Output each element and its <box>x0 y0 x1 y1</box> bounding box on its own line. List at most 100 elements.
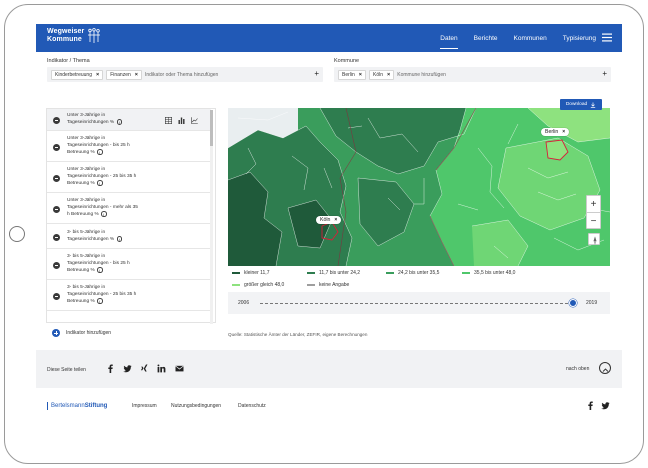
bertelsmann-stiftung-logo[interactable]: BertelsmannStiftung <box>47 402 107 410</box>
legend-swatch <box>386 272 394 274</box>
info-icon[interactable]: i <box>116 119 123 125</box>
info-icon[interactable]: i <box>101 211 107 217</box>
legend-item: 35,5 bis unter 48,0 <box>462 270 515 276</box>
info-icon[interactable]: i <box>97 298 103 304</box>
main-nav: Daten Berichte Kommunen Typisierung <box>440 24 596 52</box>
source-note: Quelle: Statistische Ämter der Länder, Z… <box>228 332 368 337</box>
year-timeline: 2006 2019 <box>228 292 610 314</box>
indicator-list: Unter 3-Jährige in Tageseinrichtungen % … <box>46 108 216 323</box>
share-label: Diese Seite teilen <box>47 367 86 373</box>
remove-indicator-icon[interactable] <box>53 206 60 213</box>
back-to-top-link[interactable]: nach oben <box>566 366 589 372</box>
people-icon <box>88 28 101 43</box>
timeline-end-year: 2019 <box>586 300 598 306</box>
municipality-chip[interactable]: Berlin × <box>338 69 367 80</box>
nav-kommunen[interactable]: Kommunen <box>514 24 547 52</box>
legend-swatch <box>232 272 240 274</box>
indicator-chip[interactable]: Finanzen × <box>106 69 142 80</box>
legend-item: kleiner 11,7 <box>232 270 269 276</box>
city-label-berlin[interactable]: Berlin × <box>541 128 570 136</box>
info-icon[interactable]: i <box>116 236 123 242</box>
facebook-icon[interactable] <box>106 364 115 373</box>
footer-link-impressum[interactable]: Impressum <box>132 403 157 409</box>
bar-chart-icon[interactable] <box>178 117 185 124</box>
remove-chip-icon[interactable]: × <box>387 72 390 78</box>
remove-indicator-icon[interactable] <box>53 234 60 241</box>
city-label-koeln[interactable]: Köln × <box>316 216 342 224</box>
xing-icon[interactable] <box>140 364 149 373</box>
list-item[interactable]: Unter 3-Jährige in Tageseinrichtungen - … <box>47 163 211 193</box>
zoom-in-button[interactable]: + <box>587 196 600 213</box>
hamburger-menu-icon[interactable] <box>602 33 612 42</box>
remove-indicator-icon[interactable] <box>53 117 60 124</box>
municipality-filter[interactable]: Berlin × Köln × Kommune hinzufügen + <box>334 67 611 82</box>
nav-daten[interactable]: Daten <box>440 24 459 52</box>
list-item[interactable]: Unter 3-Jährige in Tageseinrichtungen % … <box>47 109 211 131</box>
add-indicator-plus-icon[interactable]: + <box>314 69 319 78</box>
line-chart-icon[interactable] <box>191 117 198 124</box>
nav-berichte[interactable]: Berichte <box>474 24 498 52</box>
close-icon[interactable]: × <box>562 129 565 135</box>
twitter-icon[interactable] <box>123 364 132 373</box>
legend-item: 11,7 bis unter 24,2 <box>307 270 360 276</box>
download-icon <box>590 102 596 108</box>
download-button[interactable]: Download <box>560 99 602 110</box>
remove-indicator-icon[interactable] <box>53 144 60 151</box>
legend-swatch <box>462 272 470 274</box>
remove-indicator-icon[interactable] <box>53 175 60 182</box>
mail-icon[interactable] <box>175 364 184 373</box>
zoom-out-button[interactable]: − <box>587 213 600 230</box>
info-icon[interactable]: i <box>97 149 103 155</box>
timeline-slider-handle[interactable] <box>569 299 577 307</box>
footer-link-datenschutz[interactable]: Datenschutz <box>238 403 266 409</box>
timeline-track[interactable] <box>260 303 568 304</box>
remove-chip-icon[interactable]: × <box>135 72 138 78</box>
list-item[interactable]: Unter 3-Jährige in Tageseinrichtungen - … <box>47 194 211 224</box>
legend-item: größer gleich 48,0 <box>232 282 284 288</box>
facebook-icon[interactable] <box>586 401 595 410</box>
twitter-icon[interactable] <box>601 401 610 410</box>
municipality-input[interactable]: Kommune hinzufügen <box>397 72 446 78</box>
table-icon[interactable] <box>165 117 172 124</box>
remove-chip-icon[interactable]: × <box>359 72 362 78</box>
add-municipality-plus-icon[interactable]: + <box>602 69 607 78</box>
logo-line-1: Wegweiser <box>47 28 85 35</box>
indicator-filter[interactable]: Kinderbetreuung × Finanzen × Indikator ode… <box>47 67 323 82</box>
municipality-chip[interactable]: Köln × <box>369 69 395 80</box>
legend-item: 24,2 bis unter 35,5 <box>386 270 439 276</box>
compass-icon[interactable] <box>588 233 600 246</box>
indicator-label: Indikator / Thema <box>47 58 90 64</box>
remove-indicator-icon[interactable] <box>53 262 60 269</box>
home-button <box>9 226 25 242</box>
legend-item: keine Angabe <box>307 282 349 288</box>
indicator-chip[interactable]: Kinderbetreuung × <box>51 69 104 80</box>
list-item[interactable]: 3- bis 5-Jährige in Tageseinrichtungen -… <box>47 250 211 280</box>
logo-line-2: Kommune <box>47 36 82 43</box>
list-item[interactable]: 3- bis 5-Jährige in Tageseinrichtungen -… <box>47 281 211 311</box>
remove-indicator-icon[interactable] <box>53 293 60 300</box>
add-circle-icon <box>52 329 60 337</box>
top-navigation-bar: Wegweiser Kommune Daten Berichte Kommune… <box>36 24 622 52</box>
footer: BertelsmannStiftung Impressum Nutzungsbe… <box>36 388 622 441</box>
footer-link-nutzungsbedingungen[interactable]: Nutzungsbedingungen <box>171 403 221 409</box>
linkedin-icon[interactable] <box>157 364 166 373</box>
close-icon[interactable]: × <box>334 217 337 223</box>
indicator-list-scroll-thumb[interactable] <box>210 110 213 146</box>
municipality-label: Kommune <box>334 58 360 64</box>
wegweiser-logo[interactable]: Wegweiser Kommune <box>47 28 101 44</box>
info-icon[interactable]: i <box>97 180 103 186</box>
nav-typisierung[interactable]: Typisierung <box>563 24 596 52</box>
timeline-start-year: 2006 <box>238 300 250 306</box>
add-indicator-button[interactable]: Indikator hinzufügen <box>52 329 111 337</box>
share-bar: Diese Seite teilen nach oben <box>36 350 622 388</box>
legend-swatch <box>307 272 315 274</box>
indicator-input[interactable]: Indikator oder Thema hinzufügen <box>145 72 218 78</box>
legend-swatch <box>232 284 240 286</box>
list-item[interactable]: 3- bis 5-Jährige in Tageseinrichtungen %… <box>47 225 211 249</box>
remove-chip-icon[interactable]: × <box>96 72 99 78</box>
list-item[interactable]: Unter 3-Jährige in Tageseinrichtungen - … <box>47 132 211 162</box>
screen: Wegweiser Kommune Daten Berichte Kommune… <box>36 24 622 441</box>
info-icon[interactable]: i <box>97 267 103 273</box>
chevron-up-icon[interactable] <box>599 362 611 374</box>
zoom-control: + − <box>586 195 601 229</box>
